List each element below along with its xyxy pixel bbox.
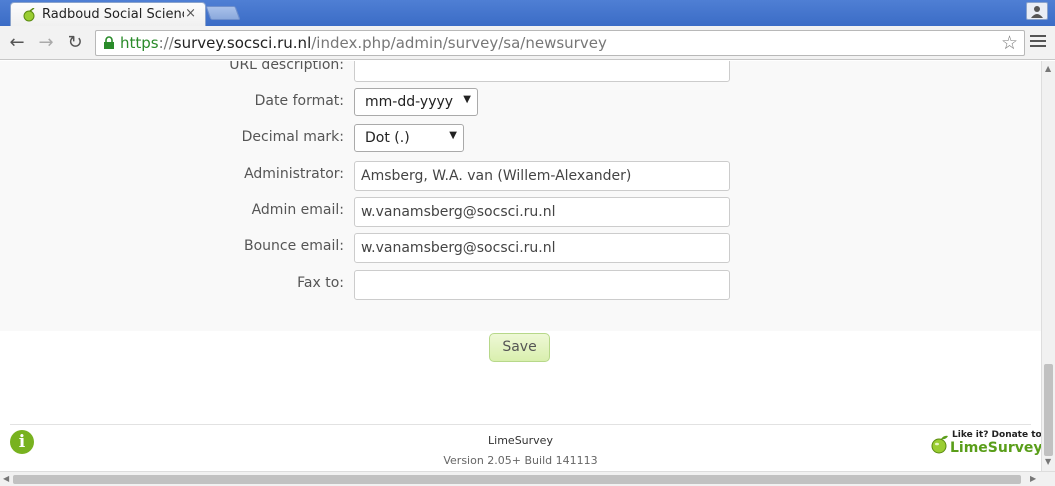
url-description-label: URL description:: [229, 61, 344, 73]
bookmark-star-icon[interactable]: ☆: [1001, 32, 1018, 54]
browser-tab-strip: Radboud Social Science ×: [0, 0, 1055, 26]
back-icon[interactable]: ←: [6, 32, 28, 54]
address-bar[interactable]: https://survey.socsci.ru.nl/index.php/ad…: [95, 30, 1025, 56]
profile-icon[interactable]: [1026, 2, 1048, 20]
chevron-down-icon: ▼: [449, 130, 457, 141]
footer-divider: [10, 424, 1031, 425]
scroll-right-icon[interactable]: ▶: [1030, 474, 1036, 483]
browser-tab[interactable]: Radboud Social Science ×: [10, 2, 206, 26]
administrator-label: Administrator:: [244, 166, 344, 182]
new-tab-button[interactable]: [205, 6, 241, 20]
donate-text: Like it? Donate to: [952, 430, 1041, 440]
scroll-left-icon[interactable]: ◀: [3, 474, 9, 483]
forward-icon[interactable]: →: [35, 32, 57, 54]
admin-email-input[interactable]: w.vanamsberg@socsci.ru.nl: [354, 197, 730, 227]
url-path: /index.php/admin/survey/sa/newsurvey: [311, 34, 607, 52]
url-scheme: https: [120, 34, 159, 52]
footer-product-name: LimeSurvey: [488, 434, 553, 447]
decimal-mark-label: Decimal mark:: [241, 129, 344, 145]
scroll-up-icon[interactable]: ▲: [1045, 64, 1051, 73]
administrator-input[interactable]: Amsberg, W.A. van (Willem-Alexander): [354, 161, 730, 191]
footer-version: Version 2.05+ Build 141113: [443, 454, 598, 467]
bounce-email-label: Bounce email:: [243, 238, 344, 254]
fax-to-input[interactable]: [354, 270, 730, 300]
limesurvey-favicon-icon: [23, 8, 35, 22]
horizontal-scroll-thumb[interactable]: [13, 475, 1021, 484]
decimal-mark-select[interactable]: Dot (.) ▼: [354, 124, 464, 152]
bounce-email-row: Bounce email: w.vanamsberg@socsci.ru.nl: [0, 233, 1041, 263]
decimal-mark-value: Dot (.): [365, 130, 410, 146]
vertical-scroll-thumb[interactable]: [1044, 364, 1053, 456]
tab-title: Radboud Social Science: [42, 7, 184, 22]
chrome-menu-icon[interactable]: [1030, 35, 1046, 51]
decimal-mark-row: Decimal mark: Dot (.) ▼: [0, 124, 1041, 154]
bounce-email-input[interactable]: w.vanamsberg@socsci.ru.nl: [354, 233, 730, 263]
url-host: survey.socsci.ru.nl: [173, 34, 312, 52]
date-format-value: mm-dd-yyyy: [365, 94, 454, 110]
horizontal-scrollbar[interactable]: ◀ ▶: [0, 471, 1055, 486]
donate-link[interactable]: Like it? Donate to LimeSurvey: [928, 429, 1041, 457]
url-separator: ://: [158, 34, 174, 52]
date-format-select[interactable]: mm-dd-yyyy ▼: [354, 88, 478, 116]
date-format-label: Date format:: [254, 93, 344, 109]
url-description-row: URL description:: [0, 61, 1041, 82]
browser-toolbar: ← → ↻ https://survey.socsci.ru.nl/index.…: [0, 26, 1055, 60]
fax-to-label: Fax to:: [297, 275, 344, 291]
vertical-scrollbar[interactable]: ▲ ▼: [1041, 61, 1055, 471]
lime-logo-icon: [931, 435, 948, 454]
page-viewport: URL description: Date format: mm-dd-yyyy…: [0, 61, 1041, 471]
date-format-row: Date format: mm-dd-yyyy ▼: [0, 88, 1041, 118]
admin-email-label: Admin email:: [251, 202, 344, 218]
url-description-input[interactable]: [354, 61, 730, 82]
scroll-down-icon[interactable]: ▼: [1045, 457, 1051, 466]
chevron-down-icon: ▼: [463, 94, 471, 105]
survey-settings-form: URL description: Date format: mm-dd-yyyy…: [0, 61, 1041, 331]
save-button[interactable]: Save: [489, 333, 550, 362]
fax-to-row: Fax to:: [0, 270, 1041, 300]
administrator-row: Administrator: Amsberg, W.A. van (Willem…: [0, 161, 1041, 191]
lock-icon: [104, 36, 114, 49]
url-text: https://survey.socsci.ru.nl/index.php/ad…: [120, 34, 607, 52]
admin-email-row: Admin email: w.vanamsberg@socsci.ru.nl: [0, 197, 1041, 227]
donate-brand: LimeSurvey: [950, 440, 1041, 456]
reload-icon[interactable]: ↻: [64, 32, 86, 54]
tab-close-icon[interactable]: ×: [185, 6, 196, 22]
